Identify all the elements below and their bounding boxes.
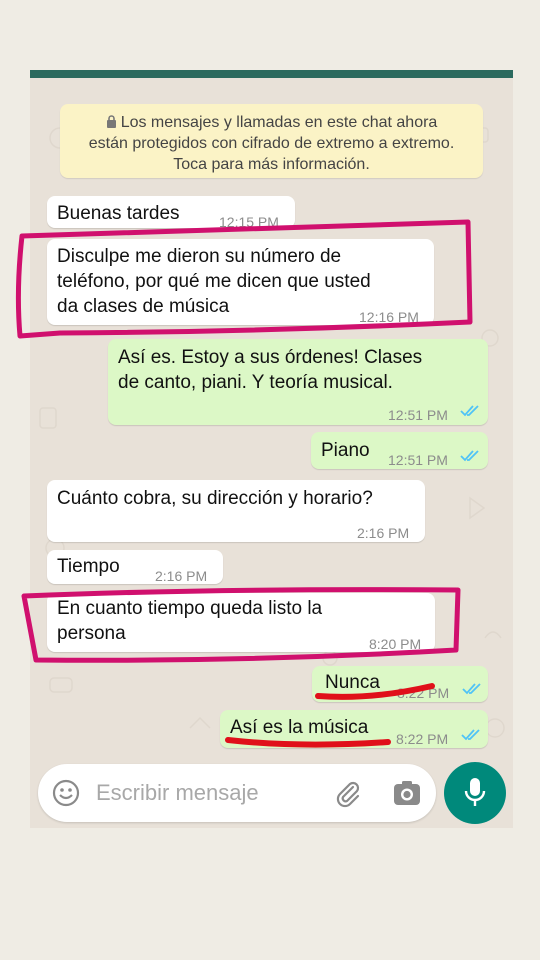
incoming-message[interactable]: Tiempo 2:16 PM: [47, 550, 223, 584]
outgoing-message[interactable]: Piano 12:51 PM: [311, 432, 488, 469]
message-time: 12:15 PM: [219, 214, 279, 230]
double-check-icon: [460, 450, 479, 462]
voice-message-button[interactable]: [444, 762, 506, 824]
encryption-notice-text-2: están protegidos con cifrado de extremo …: [88, 135, 455, 152]
message-time: 12:51 PM: [388, 452, 448, 468]
emoji-icon[interactable]: [52, 779, 80, 807]
app-header-bar: [30, 70, 513, 78]
outgoing-message[interactable]: Así es la música 8:22 PM: [220, 710, 488, 748]
chat-screen: Los mensajes y llamadas en este chat aho…: [30, 70, 513, 828]
outgoing-message[interactable]: Así es. Estoy a sus órdenes! Clases de c…: [108, 339, 488, 425]
paperclip-icon[interactable]: [332, 778, 362, 808]
message-text: En cuanto tiempo queda listo la persona: [57, 598, 323, 644]
message-time: 8:20 PM: [369, 636, 422, 652]
message-time: 12:51 PM: [388, 407, 448, 423]
message-input[interactable]: Escribir mensaje: [96, 780, 259, 806]
incoming-message[interactable]: Disculpe me dieron su número de teléfono…: [47, 239, 434, 325]
message-text: Piano: [321, 440, 370, 461]
encryption-notice-line: Los mensajes y llamadas en este chat aho…: [60, 112, 483, 133]
message-time: 8:22 PM: [396, 731, 449, 747]
message-time: 2:16 PM: [155, 568, 208, 584]
encryption-notice[interactable]: Los mensajes y llamadas en este chat aho…: [60, 104, 483, 178]
message-text: Nunca: [325, 672, 380, 693]
double-check-icon: [461, 729, 480, 741]
incoming-message[interactable]: En cuanto tiempo queda listo la persona …: [47, 593, 435, 652]
message-time: 8:22 PM: [397, 685, 450, 701]
message-composer: Escribir mensaje: [38, 764, 436, 822]
double-check-icon: [460, 405, 479, 417]
camera-icon[interactable]: [393, 780, 421, 806]
message-text: Disculpe me dieron su número de teléfono…: [57, 246, 371, 317]
double-check-icon: [462, 683, 481, 695]
message-text: Buenas tardes: [57, 203, 180, 224]
message-text: Así es la música: [230, 717, 369, 738]
message-text: Así es. Estoy a sus órdenes! Clases de c…: [118, 347, 423, 393]
encryption-notice-text-1: Los mensajes y llamadas en este chat aho…: [120, 114, 438, 131]
encryption-notice-text-3: Toca para más información.: [173, 156, 370, 173]
message-text: Tiempo: [57, 556, 120, 577]
incoming-message[interactable]: Buenas tardes 12:15 PM: [47, 196, 295, 230]
outgoing-message[interactable]: Nunca 8:22 PM: [312, 666, 488, 702]
incoming-message[interactable]: Cuánto cobra, su dirección y horario? 2:…: [47, 480, 425, 542]
message-text: Cuánto cobra, su dirección y horario?: [57, 488, 373, 509]
microphone-icon: [464, 778, 486, 806]
lock-icon: [106, 115, 116, 128]
message-time: 2:16 PM: [357, 525, 410, 541]
message-time: 12:16 PM: [359, 309, 419, 325]
